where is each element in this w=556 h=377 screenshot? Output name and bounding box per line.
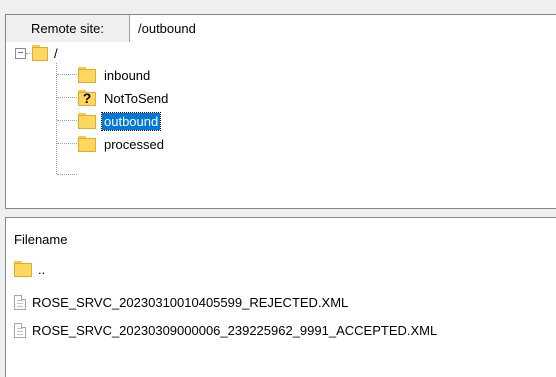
pane-splitter[interactable] bbox=[0, 209, 556, 217]
tree-connector bbox=[56, 63, 57, 174]
tree-connector bbox=[57, 120, 77, 121]
tree-node-inbound[interactable]: inbound bbox=[78, 64, 150, 86]
column-header-filename[interactable]: Filename bbox=[14, 232, 67, 250]
folder-icon bbox=[32, 45, 48, 61]
tree-node-outbound[interactable]: outbound bbox=[78, 110, 162, 132]
tree-connector bbox=[57, 143, 77, 144]
folder-icon bbox=[78, 136, 96, 152]
tree-connector bbox=[57, 174, 77, 175]
folder-icon bbox=[78, 113, 96, 129]
tree-connector bbox=[57, 74, 77, 75]
tree-node-label: / bbox=[54, 45, 58, 61]
folder-question-icon: ? bbox=[78, 89, 96, 107]
file-name: .. bbox=[38, 261, 46, 277]
file-name: ROSE_SRVC_20230310010405599_REJECTED.XML bbox=[32, 294, 349, 310]
tree-node-processed[interactable]: processed bbox=[78, 133, 164, 155]
tree-node-label: NotToSend bbox=[104, 90, 169, 106]
question-mark-icon: ? bbox=[82, 90, 92, 106]
tree-node-root[interactable]: / bbox=[32, 42, 58, 64]
tree-connector bbox=[26, 53, 30, 54]
file-row[interactable]: ROSE_SRVC_20230310010405599_REJECTED.XML bbox=[14, 291, 348, 313]
remote-site-panel: Remote site: − / inbound bbox=[0, 0, 556, 377]
remote-path-input[interactable] bbox=[130, 15, 556, 42]
tree-connector bbox=[57, 97, 77, 98]
directory-tree[interactable]: − / inbound ? NotToSend outbound process… bbox=[6, 42, 556, 208]
collapse-toggle[interactable]: − bbox=[15, 48, 26, 59]
file-row[interactable]: ROSE_SRVC_20230309000006_239225962_9991_… bbox=[14, 319, 437, 341]
folder-icon bbox=[78, 67, 96, 83]
remote-tree-pane: Remote site: − / inbound bbox=[5, 14, 556, 209]
tree-node-label: processed bbox=[104, 136, 164, 152]
tree-node-label: outbound bbox=[100, 111, 162, 131]
file-name: ROSE_SRVC_20230309000006_239225962_9991_… bbox=[32, 322, 438, 338]
file-icon bbox=[14, 322, 26, 338]
folder-icon bbox=[14, 261, 32, 277]
tree-node-label: inbound bbox=[104, 67, 151, 83]
tree-node-nottosend[interactable]: ? NotToSend bbox=[78, 87, 168, 109]
remote-site-label: Remote site: bbox=[6, 15, 130, 42]
file-icon bbox=[14, 294, 26, 310]
remote-file-list[interactable]: Filename .. ROSE_SRVC_20230310010405599_… bbox=[5, 217, 556, 377]
remote-path-bar: Remote site: bbox=[6, 15, 556, 42]
file-row-parent[interactable]: .. bbox=[14, 258, 45, 280]
